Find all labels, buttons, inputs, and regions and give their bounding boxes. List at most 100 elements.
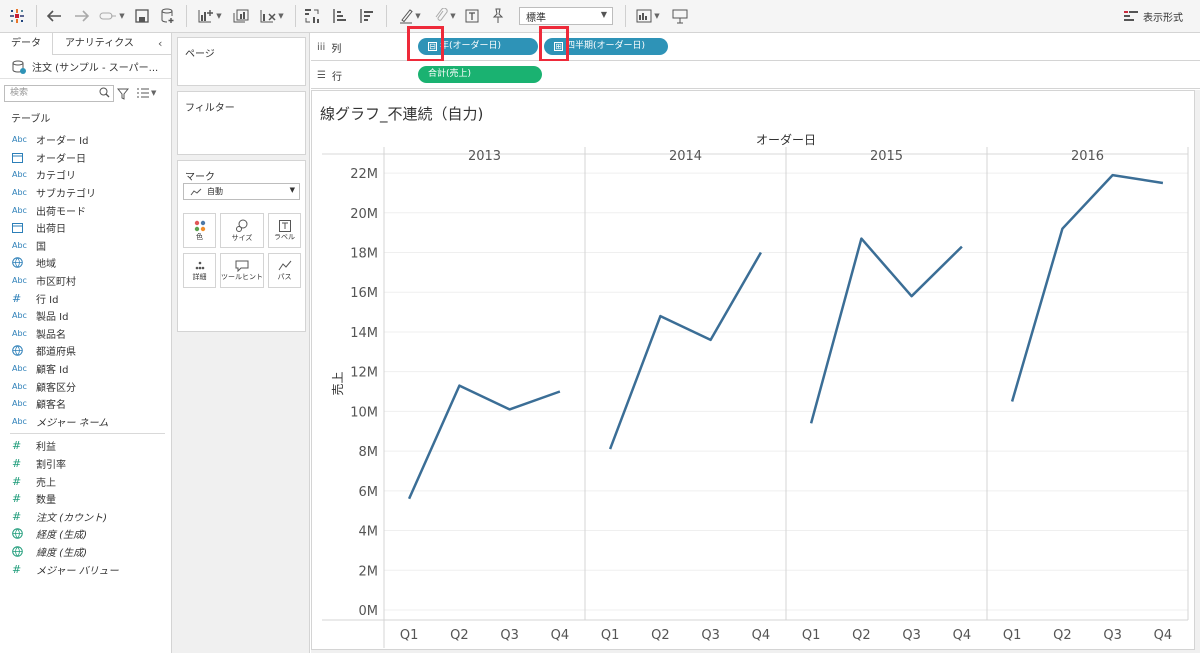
marks-size-label: サイズ <box>231 233 253 242</box>
collapse-pane-icon[interactable]: ‹ <box>158 33 162 55</box>
field-label: サブカテゴリ <box>36 189 96 201</box>
string-type-icon: Abc <box>12 399 27 409</box>
dimension-field[interactable]: Abc 国 <box>0 237 171 255</box>
date-type-icon <box>12 152 30 163</box>
line-chart[interactable]: オーダー日 0M 2M 4M 6M 8M 10M 12M 14M 16M 18M 20M 22M 売上 20… <box>312 91 1196 651</box>
datasource-item[interactable]: 注文 (サンプル - スーパー... <box>0 55 171 79</box>
measure-field[interactable]: # 注文 (カウント) <box>0 507 171 525</box>
measure-field[interactable]: 緯度 (生成) <box>0 543 171 561</box>
pin-icon[interactable] <box>489 5 507 27</box>
rows-shelf-label: ☰ 行 <box>317 68 342 83</box>
measure-field[interactable]: # 割引率 <box>0 455 171 473</box>
dimension-field[interactable]: 都道府県 <box>0 342 171 360</box>
new-datasource-icon[interactable] <box>159 5 177 27</box>
pages-card[interactable]: ページ <box>177 37 306 86</box>
highlight-icon[interactable]: ▼ <box>395 5 425 27</box>
fit-icon[interactable]: ▼ <box>633 5 663 27</box>
year-header: 2014 <box>669 149 702 164</box>
dimension-field[interactable]: 地域 <box>0 254 171 272</box>
measure-divider <box>10 433 165 435</box>
auto-mark-icon <box>190 188 202 195</box>
presentation-icon[interactable] <box>670 5 690 27</box>
filters-card[interactable]: フィルター <box>177 91 306 155</box>
dimension-field[interactable]: Abc 出荷モード <box>0 201 171 219</box>
mark-type-dropdown[interactable]: 自動 ▼ <box>183 183 300 200</box>
measure-field[interactable]: # 売上 <box>0 472 171 490</box>
dimension-field[interactable]: Abc サブカテゴリ <box>0 184 171 202</box>
replay-icon[interactable]: ▼ <box>98 5 126 27</box>
pill-sum-sales[interactable]: 合計(売上) <box>418 66 542 83</box>
marks-tooltip-button[interactable]: ツールヒント <box>220 253 264 288</box>
marks-color-button[interactable]: 色 <box>183 213 216 248</box>
marks-path-label: パス <box>277 272 292 281</box>
swap-icon[interactable] <box>302 5 322 27</box>
toolbar: ▼ ▼ ▼ ▼ ▼ 標準 ▼ ▼ 表示形式 <box>0 0 1200 33</box>
dimension-field[interactable]: Abc オーダー Id <box>0 131 171 149</box>
dimension-field[interactable]: Abc カテゴリ <box>0 166 171 184</box>
duplicate-icon[interactable] <box>231 5 251 27</box>
marks-detail-label: 詳細 <box>192 272 207 281</box>
measure-field[interactable]: # 数量 <box>0 490 171 508</box>
dimension-field[interactable]: Abc メジャー ネーム <box>0 413 171 431</box>
dimension-field[interactable]: Abc 顧客名 <box>0 395 171 413</box>
table-section-header: テーブル <box>11 114 51 125</box>
search-input[interactable]: 検索 <box>4 85 114 102</box>
filters-card-title: フィルター <box>185 103 235 114</box>
tab-analytics[interactable]: アナリティクス <box>65 33 134 55</box>
number-type-icon: # <box>12 562 22 576</box>
year-header: 2013 <box>468 149 501 164</box>
dimension-field[interactable]: Abc 製品名 <box>0 325 171 343</box>
measure-field[interactable]: # 利益 <box>0 437 171 455</box>
dimension-field[interactable]: 出荷日 <box>0 219 171 237</box>
marks-card-title: マーク <box>185 172 215 183</box>
field-label: 数量 <box>36 495 56 507</box>
dimension-field[interactable]: オーダー日 <box>0 149 171 167</box>
x-tick-label: Q2 <box>1053 628 1072 643</box>
detail-icon <box>195 261 204 269</box>
x-tick-label: Q2 <box>852 628 871 643</box>
dimension-field[interactable]: Abc 顧客区分 <box>0 377 171 395</box>
x-tick-label: Q1 <box>601 628 620 643</box>
field-label: 利益 <box>36 442 56 454</box>
string-type-icon: Abc <box>12 328 27 338</box>
dimension-field[interactable]: Abc 顧客 Id <box>0 360 171 378</box>
search-placeholder: 検索 <box>10 88 29 98</box>
y-tick-label: 6M <box>359 485 379 500</box>
rows-shelf[interactable]: ☰ 行 合計(売上) <box>311 61 1200 89</box>
marks-path-button[interactable]: パス <box>268 253 301 288</box>
show-me-button[interactable]: 表示形式 <box>1124 9 1183 24</box>
dimension-field[interactable]: Abc 製品 Id <box>0 307 171 325</box>
view-options-icon[interactable]: ▼ <box>137 88 156 98</box>
cards-column: ページ フィルター マーク 自動 ▼ 色 サイズ ラベル 詳細 ツールヒント パ… <box>172 33 310 653</box>
sort-descending-icon[interactable] <box>356 5 376 27</box>
fit-select[interactable]: 標準 ▼ <box>519 7 613 25</box>
field-label: 市区町村 <box>36 277 76 289</box>
measure-field[interactable]: # メジャー バリュー <box>0 560 171 578</box>
highlight-box-year <box>407 26 444 62</box>
x-tick-label: Q4 <box>1154 628 1173 643</box>
save-icon[interactable] <box>133 5 151 27</box>
marks-size-button[interactable]: サイズ <box>220 213 264 248</box>
field-label: 行 Id <box>36 294 59 306</box>
tab-data[interactable]: データ <box>0 33 53 55</box>
field-label: メジャー バリュー <box>36 565 119 577</box>
marks-detail-button[interactable]: 詳細 <box>183 253 216 288</box>
string-type-icon: Abc <box>12 135 27 145</box>
search-icon <box>99 87 110 98</box>
tableau-logo-icon[interactable] <box>8 5 26 27</box>
group-icon[interactable]: ▼ <box>430 5 460 27</box>
clear-sheet-icon[interactable]: ▼ <box>256 5 288 27</box>
undo-icon[interactable] <box>44 5 64 27</box>
new-worksheet-icon[interactable]: ▼ <box>195 5 225 27</box>
label-icon[interactable] <box>463 5 481 27</box>
dimension-field[interactable]: Abc 市区町村 <box>0 272 171 290</box>
filter-icon[interactable] <box>117 88 129 100</box>
sort-ascending-icon[interactable] <box>329 5 349 27</box>
measure-field[interactable]: 経度 (生成) <box>0 525 171 543</box>
marks-label-button[interactable]: ラベル <box>268 213 301 248</box>
columns-shelf[interactable]: iii 列 ⊟ 年(オーダー日) ⊞ 四半期(オーダー日) <box>311 26 1200 62</box>
globe-icon <box>12 257 30 269</box>
dimension-field[interactable]: # 行 Id <box>0 289 171 307</box>
redo-icon[interactable] <box>72 5 92 27</box>
y-tick-label: 4M <box>359 525 379 540</box>
